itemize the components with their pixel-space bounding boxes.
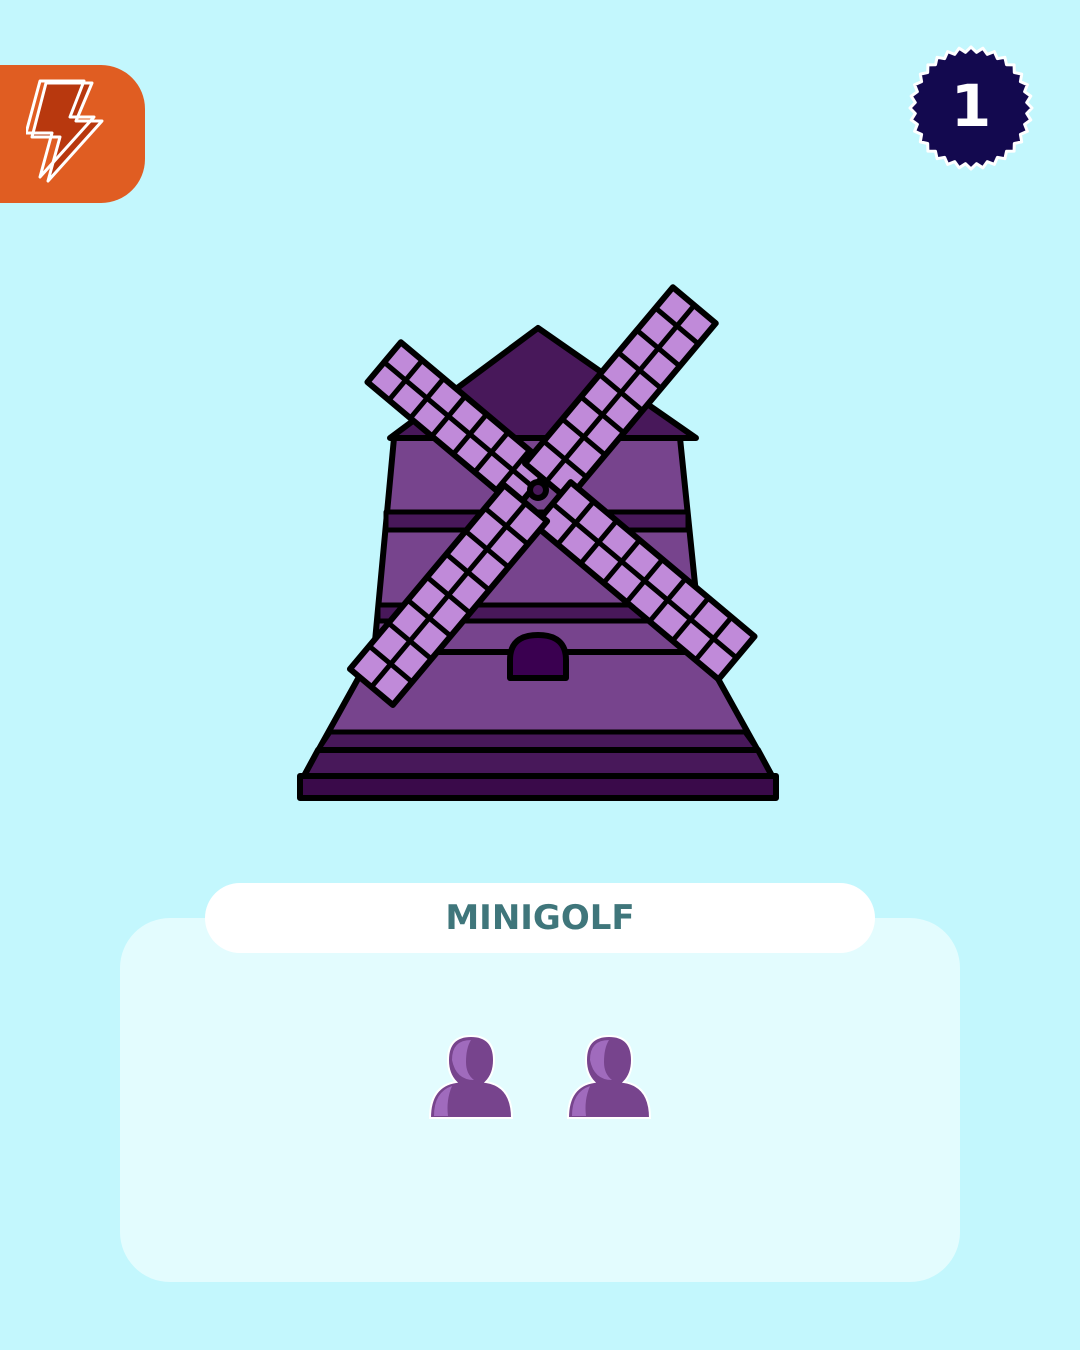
player-list [120,1030,960,1130]
round-badge: 1 [907,44,1035,172]
corner-badge [0,65,145,203]
game-title: MINIGOLF [205,883,875,953]
lightning-bolt-icon [26,79,104,183]
windmill-icon [297,284,779,801]
player-icon [428,1034,514,1119]
round-number: 1 [950,72,992,140]
player-icon [566,1034,652,1119]
